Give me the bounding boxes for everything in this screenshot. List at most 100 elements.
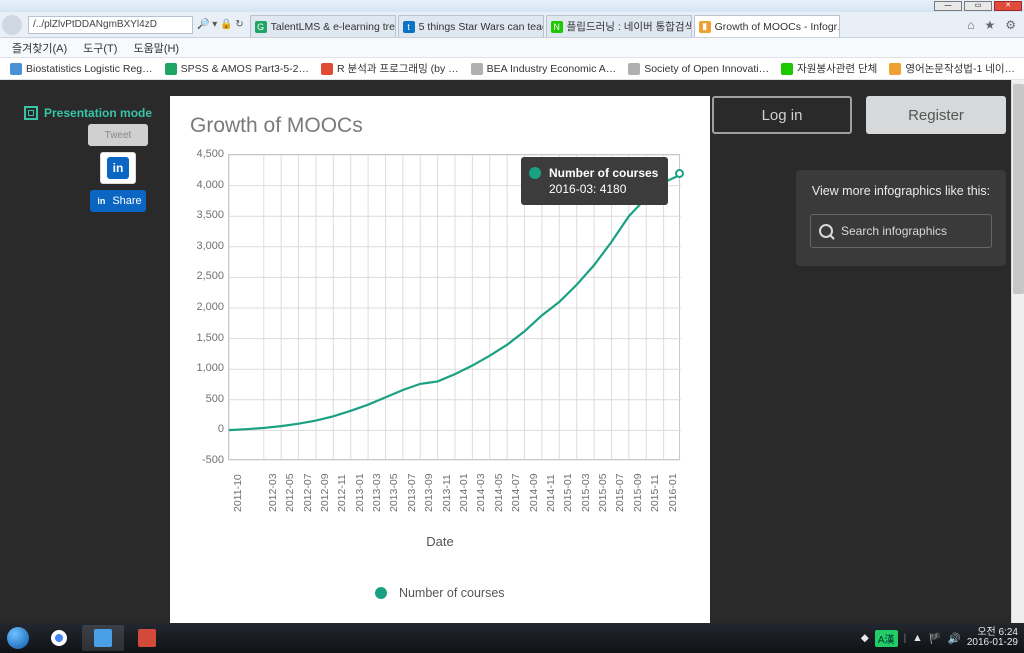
y-tick-label: 2,500	[196, 270, 224, 282]
page-body: Presentation mode Tweet in in Share Log …	[0, 80, 1024, 623]
x-tick-label: 2016-01	[667, 473, 679, 512]
y-tick-label: 2,000	[196, 301, 224, 313]
window-maximize-button[interactable]	[964, 1, 992, 11]
menu-item[interactable]: 도움말(H)	[125, 40, 187, 56]
bookmark-item[interactable]: R 분석과 프로그래밍 (by …	[315, 61, 465, 76]
x-tick-label: 2013-11	[441, 474, 453, 512]
tab-label: 5 things Star Wars can teach …	[419, 21, 544, 33]
window-titlebar	[0, 0, 1024, 12]
menu-item[interactable]: 즐겨찾기(A)	[4, 40, 75, 56]
bookmark-item[interactable]: BEA Industry Economic A…	[465, 63, 623, 75]
x-tick-label: 2012-05	[284, 473, 296, 512]
chart-tooltip: Number of courses 2016-03: 4180	[521, 157, 668, 205]
legend-color-dot	[375, 587, 387, 599]
tray-icon[interactable]: ◆	[861, 632, 869, 644]
search-placeholder: Search infographics	[841, 224, 947, 238]
browser-toolbar: /../plZlvPtDDANgmBXYl4zD 🔎 ▾ 🔒 ↻ G Talen…	[0, 12, 1024, 38]
start-button[interactable]	[0, 623, 36, 653]
window-close-button[interactable]	[994, 1, 1022, 11]
tweet-label: Tweet	[105, 130, 132, 141]
bookmark-item[interactable]: SPSS & AMOS Part3-5-2…	[159, 63, 315, 75]
x-tick-label: 2013-09	[423, 473, 435, 512]
menu-item[interactable]: 도구(T)	[75, 40, 125, 56]
start-orb-icon	[7, 627, 29, 649]
search-infographics-input[interactable]: Search infographics	[810, 214, 992, 248]
x-tick-label: 2014-07	[510, 473, 522, 512]
browser-tab[interactable]: t 5 things Star Wars can teach …	[398, 15, 544, 37]
favorites-icon[interactable]: ★	[984, 18, 995, 32]
tweet-button[interactable]: Tweet	[88, 124, 148, 146]
y-tick-label: 3,000	[196, 240, 224, 252]
favicon: G	[255, 21, 267, 33]
home-icon[interactable]: ⌂	[967, 18, 974, 32]
bookmark-favicon	[321, 63, 333, 75]
browser-tab[interactable]: N 플립드러닝 : 네이버 통합검색	[546, 15, 692, 37]
chart-x-ticks: 2011-102012-032012-052012-072012-092012-…	[228, 466, 680, 526]
scrollbar-thumb[interactable]	[1013, 84, 1024, 294]
chart-x-axis-label: Date	[180, 534, 700, 549]
sidebar-heading: View more infographics like this:	[810, 184, 992, 198]
x-tick-label: 2015-07	[614, 473, 626, 512]
chart-zone: -50005001,0001,5002,0002,5003,0003,5004,…	[180, 148, 700, 548]
bookmark-item[interactable]: Society of Open Innovati…	[622, 63, 775, 75]
browser-tab[interactable]: G TalentLMS & e-learning trend…	[250, 15, 396, 37]
bookmark-favicon	[628, 63, 640, 75]
tab-label: Growth of MOOCs - Infogr…	[715, 21, 840, 33]
tab-label: 플립드러닝 : 네이버 통합검색	[567, 19, 692, 34]
x-tick-label: 2013-01	[354, 473, 366, 512]
y-tick-label: 1,500	[196, 332, 224, 344]
chart-legend: Number of courses	[180, 586, 700, 600]
settings-icon[interactable]: ⚙	[1005, 18, 1016, 32]
chart-plot-area[interactable]: Number of courses 2016-03: 4180	[228, 154, 680, 460]
tab-label: TalentLMS & e-learning trend…	[271, 21, 396, 33]
register-button[interactable]: Register	[866, 96, 1006, 134]
ime-indicator[interactable]: A漢	[875, 630, 898, 647]
x-tick-label: 2014-03	[475, 473, 487, 512]
chart-title: Growth of MOOCs	[170, 96, 710, 144]
tray-icon[interactable]: ▲	[912, 632, 922, 644]
fullscreen-icon	[24, 106, 38, 120]
linkedin-button[interactable]: in	[100, 152, 136, 184]
system-tray: ◆ A漢 | ▲ 🏴 🔊 오전 6:24 2016-01-29	[861, 628, 1024, 649]
favicon: ▮	[699, 21, 711, 33]
taskbar-app-chrome[interactable]	[38, 625, 80, 651]
taskbar-app-other[interactable]	[126, 625, 168, 651]
bookmark-item[interactable]: Biostatistics Logistic Reg…	[4, 63, 159, 75]
x-tick-label: 2013-05	[388, 473, 400, 512]
x-tick-label: 2015-01	[562, 473, 574, 512]
y-tick-label: 500	[206, 393, 224, 405]
presentation-mode-button[interactable]: Presentation mode	[24, 106, 152, 120]
browser-right-icons: ⌂ ★ ⚙	[967, 18, 1024, 32]
bookmark-item[interactable]: 자원봉사관련 단체	[775, 61, 883, 76]
social-share-column: Tweet in in Share	[86, 124, 150, 212]
nav-back-button[interactable]	[2, 15, 22, 35]
vertical-scrollbar[interactable]	[1011, 80, 1024, 623]
window-minimize-button[interactable]	[934, 1, 962, 11]
y-tick-label: -500	[202, 454, 224, 466]
y-tick-label: 4,500	[196, 148, 224, 160]
address-bar[interactable]: /../plZlvPtDDANgmBXYl4zD	[28, 16, 193, 34]
x-tick-label: 2012-07	[302, 473, 314, 512]
app-icon	[138, 629, 156, 647]
ie-icon	[94, 629, 112, 647]
bookmarks-bar: Biostatistics Logistic Reg…SPSS & AMOS P…	[0, 58, 1024, 80]
x-tick-label: 2012-03	[267, 473, 279, 512]
x-tick-label: 2015-09	[632, 473, 644, 512]
login-button[interactable]: Log in	[712, 96, 852, 134]
bookmark-item[interactable]: 영어논문작성법-1 네이…	[883, 61, 1021, 76]
browser-tab[interactable]: ▮ Growth of MOOCs - Infogr…×	[694, 15, 840, 37]
tray-volume-icon[interactable]: 🔊	[948, 632, 961, 645]
linkedin-share-button[interactable]: in Share	[90, 190, 146, 212]
tooltip-color-dot	[529, 167, 541, 179]
address-bar-controls[interactable]: 🔎 ▾ 🔒 ↻	[197, 19, 244, 30]
favicon: N	[551, 21, 563, 33]
x-tick-label: 2012-09	[319, 473, 331, 512]
taskbar-app-ie[interactable]	[82, 625, 124, 651]
favicon: t	[403, 21, 415, 33]
tray-network-icon[interactable]: 🏴	[929, 632, 942, 645]
y-tick-label: 0	[218, 423, 224, 435]
browser-tabs: G TalentLMS & e-learning trend…t 5 thing…	[250, 12, 968, 37]
taskbar-clock[interactable]: 오전 6:24 2016-01-29	[967, 628, 1018, 649]
browser-menu-bar: 즐겨찾기(A)도구(T)도움말(H)	[0, 38, 1024, 58]
bookmark-favicon	[10, 63, 22, 75]
